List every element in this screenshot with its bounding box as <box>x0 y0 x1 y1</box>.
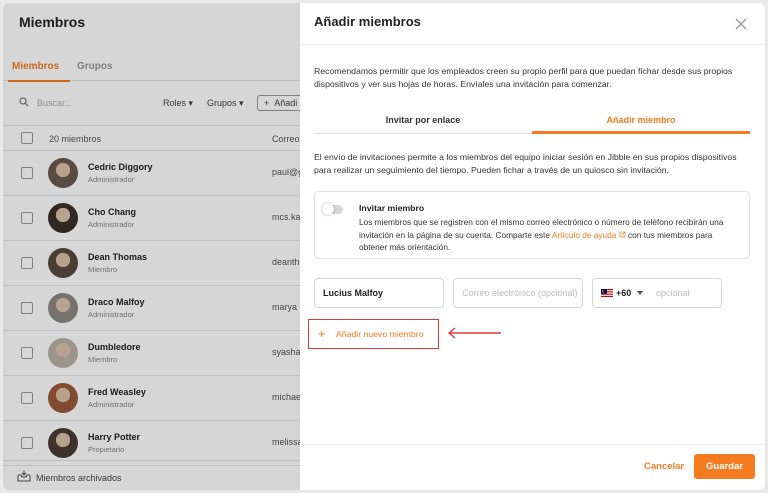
tab-add-member[interactable]: Añadir miembro <box>532 115 750 125</box>
help-article-label: Artículo de ayuda <box>551 229 617 240</box>
tab-invite-by-link[interactable]: Invitar por enlace <box>314 115 532 125</box>
dialog-title: Añadir miembros <box>314 14 421 29</box>
add-members-dialog: Añadir miembros Recomendamos permitir qu… <box>300 3 765 490</box>
plus-icon: + <box>318 326 326 341</box>
add-new-member-label: Añadir nuevo miembro <box>336 329 424 339</box>
members-page: Miembros Miembros Grupos Buscar... Roles… <box>3 3 300 490</box>
modal-backdrop[interactable] <box>3 3 300 490</box>
invite-member-panel: Invitar miembro Los miembros que se regi… <box>314 191 750 259</box>
invite-description: El envío de invitaciones permite a los m… <box>314 152 737 175</box>
member-name-input[interactable]: Lucius Malfoy <box>314 278 444 308</box>
dialog-intro-text: Recomendamos permitir que los empleados … <box>314 66 733 89</box>
close-icon[interactable] <box>734 17 748 31</box>
invite-member-text: Los miembros que se registren con el mis… <box>359 216 739 254</box>
phone-field[interactable]: +60 opcional <box>592 278 722 308</box>
dialog-footer-divider <box>300 444 765 445</box>
dialog-tabs: Invitar por enlace Añadir miembro <box>314 106 750 134</box>
add-new-member-button[interactable]: + Añadir nuevo miembro <box>308 319 439 349</box>
active-tab-indicator <box>532 131 750 134</box>
dialog-header-divider <box>300 44 765 45</box>
toggle-knob <box>322 203 334 215</box>
email-field[interactable]: Correo electrónico (opcional) <box>453 278 583 308</box>
phone-input[interactable]: opcional <box>656 279 690 307</box>
invite-member-title: Invitar miembro <box>359 203 425 213</box>
save-button[interactable]: Guardar <box>694 454 755 479</box>
country-code[interactable]: +60 <box>616 279 631 307</box>
help-article-link[interactable]: Artículo de ayuda <box>552 230 626 240</box>
invite-member-toggle[interactable] <box>322 203 343 215</box>
arrow-left-icon <box>447 327 501 339</box>
chevron-down-icon[interactable] <box>637 291 643 295</box>
cancel-button[interactable]: Cancelar <box>644 461 684 472</box>
external-link-icon <box>619 231 626 238</box>
malaysia-flag-icon <box>601 289 613 297</box>
